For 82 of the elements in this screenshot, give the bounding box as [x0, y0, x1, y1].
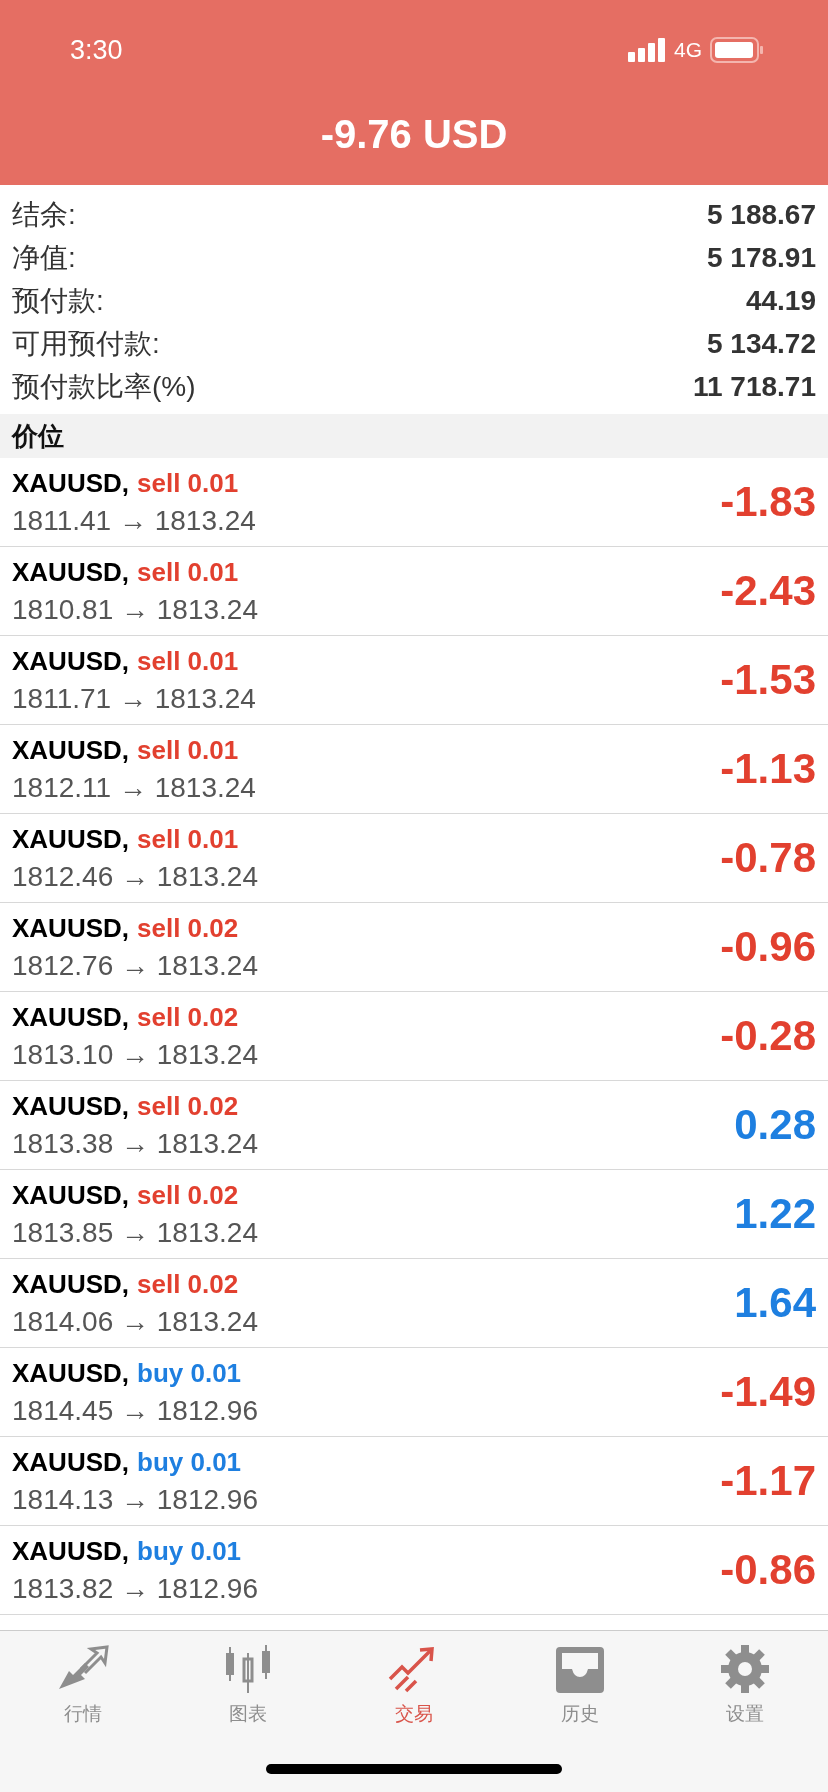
price-change: 1814.06 → 1813.24 — [12, 1305, 258, 1338]
order-type: sell 0.01 — [137, 734, 239, 766]
position-symbol: XAUUSD, — [12, 1446, 129, 1478]
profit-value: -0.86 — [720, 1546, 816, 1594]
order-type: sell 0.02 — [137, 1090, 239, 1122]
position-row[interactable]: XAUUSD, sell 0.02 1813.38 → 1813.24 0.28 — [0, 1081, 828, 1170]
position-symbol: XAUUSD, — [12, 1268, 129, 1300]
price-change: 1812.46 → 1813.24 — [12, 860, 258, 893]
price-change: 1812.11 → 1813.24 — [12, 771, 256, 804]
profit-value: -1.49 — [720, 1368, 816, 1416]
order-type: sell 0.02 — [137, 1268, 239, 1300]
position-symbol: XAUUSD, — [12, 1090, 129, 1122]
summary-value: 5 134.72 — [707, 327, 816, 360]
order-type: sell 0.01 — [137, 467, 239, 499]
summary-value: 5 178.91 — [707, 241, 816, 274]
battery-icon — [710, 37, 764, 63]
position-row[interactable]: XAUUSD, sell 0.01 1812.11 → 1813.24 -1.13 — [0, 725, 828, 814]
price-change: 1811.71 → 1813.24 — [12, 682, 256, 715]
position-row[interactable]: XAUUSD, sell 0.01 1811.71 → 1813.24 -1.53 — [0, 636, 828, 725]
summary-label: 预付款: — [12, 283, 104, 318]
tab[interactable]: 交易 — [331, 1643, 497, 1727]
profit-value: 0.28 — [734, 1101, 816, 1149]
position-row[interactable]: XAUUSD, sell 0.02 1813.85 → 1813.24 1.22 — [0, 1170, 828, 1259]
section-title: 价位 — [12, 419, 64, 453]
profit-value: -1.53 — [720, 656, 816, 704]
profit-value: -0.78 — [720, 834, 816, 882]
position-symbol: XAUUSD, — [12, 823, 129, 855]
order-type: buy 0.01 — [137, 1446, 242, 1478]
position-row[interactable]: XAUUSD, buy 0.01 1814.45 → 1812.96 -1.49 — [0, 1348, 828, 1437]
order-type: buy 0.01 — [137, 1357, 242, 1389]
summary-label: 预付款比率(%) — [12, 369, 196, 404]
position-symbol: XAUUSD, — [12, 912, 129, 944]
order-type: sell 0.02 — [137, 1179, 239, 1211]
position-symbol: XAUUSD, — [12, 1535, 129, 1567]
price-change: 1813.82 → 1812.96 — [12, 1572, 258, 1605]
profit-value: -0.28 — [720, 1012, 816, 1060]
price-change: 1814.13 → 1812.96 — [12, 1483, 258, 1516]
profit-value: -2.43 — [720, 567, 816, 615]
position-symbol: XAUUSD, — [12, 1179, 129, 1211]
profit-value: 1.22 — [734, 1190, 816, 1238]
price-change: 1811.41 → 1813.24 — [12, 504, 256, 537]
status-time: 3:30 — [70, 34, 123, 66]
summary-value: 5 188.67 — [707, 198, 816, 231]
position-row[interactable]: XAUUSD, sell 0.01 1812.46 → 1813.24 -0.78 — [0, 814, 828, 903]
position-symbol: XAUUSD, — [12, 1001, 129, 1033]
summary-value: 44.19 — [745, 284, 816, 317]
price-change: 1813.38 → 1813.24 — [12, 1127, 258, 1160]
profit-value: -1.13 — [720, 745, 816, 793]
network-label: 4G — [674, 38, 702, 62]
summary-label: 可用预付款: — [12, 326, 160, 361]
order-type: sell 0.01 — [137, 556, 239, 588]
position-symbol: XAUUSD, — [12, 645, 129, 677]
position-symbol: XAUUSD, — [12, 1357, 129, 1389]
price-change: 1813.10 → 1813.24 — [12, 1038, 258, 1071]
signal-icon — [628, 38, 666, 62]
profit-value: -0.96 — [720, 923, 816, 971]
position-row[interactable]: XAUUSD, sell 0.02 1812.76 → 1813.24 -0.96 — [0, 903, 828, 992]
position-row[interactable]: XAUUSD, sell 0.01 1810.81 → 1813.24 -2.43 — [0, 547, 828, 636]
position-symbol: XAUUSD, — [12, 556, 129, 588]
position-row[interactable]: XAUUSD, buy 0.01 1814.13 → 1812.96 -1.17 — [0, 1437, 828, 1526]
price-change: 1813.85 → 1813.24 — [12, 1216, 258, 1249]
profit-value: 1.64 — [734, 1279, 816, 1327]
summary-label: 净值: — [12, 240, 76, 275]
profit-value: -1.83 — [720, 478, 816, 526]
price-change: 1810.81 → 1813.24 — [12, 593, 258, 626]
summary-label: 结余: — [12, 197, 76, 232]
price-change: 1814.45 → 1812.96 — [12, 1394, 258, 1427]
profit-value: -1.17 — [720, 1457, 816, 1505]
price-change: 1812.76 → 1813.24 — [12, 949, 258, 982]
position-row[interactable]: XAUUSD, sell 0.02 1814.06 → 1813.24 1.64 — [0, 1259, 828, 1348]
header-title: -9.76 USD — [319, 112, 509, 157]
position-row[interactable]: XAUUSD, sell 0.01 1811.41 → 1813.24 -1.83 — [0, 458, 828, 547]
position-row[interactable]: XAUUSD, sell 0.02 1813.10 → 1813.24 -0.28 — [0, 992, 828, 1081]
order-type: sell 0.01 — [137, 645, 239, 677]
order-type: sell 0.01 — [137, 823, 239, 855]
position-symbol: XAUUSD, — [12, 734, 129, 766]
order-type: sell 0.02 — [137, 1001, 239, 1033]
summary-value: 11 718.71 — [692, 370, 816, 403]
order-type: sell 0.02 — [137, 912, 239, 944]
order-type: buy 0.01 — [137, 1535, 242, 1567]
position-symbol: XAUUSD, — [12, 467, 129, 499]
position-row[interactable]: XAUUSD, buy 0.01 1813.82 → 1812.96 -0.86 — [0, 1526, 828, 1615]
